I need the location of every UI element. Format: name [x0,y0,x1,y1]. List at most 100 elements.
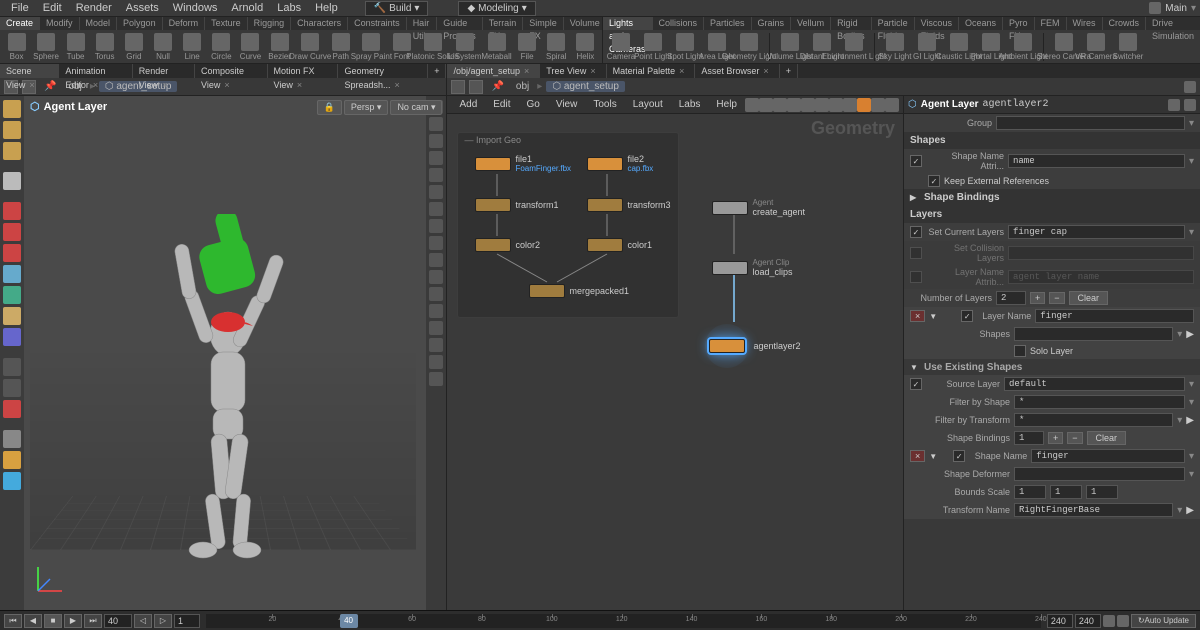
shelf-tool-spray-paint[interactable]: Spray Paint [357,33,385,61]
shapes2-field[interactable] [1014,327,1173,341]
filter-shape-field[interactable] [1014,395,1185,409]
net-toolbar-icon[interactable] [1184,81,1196,93]
tab-add-left[interactable]: + [428,64,446,78]
props-node-name[interactable]: agentlayer2 [983,99,1049,110]
layout-icon[interactable] [1149,2,1161,14]
binding-disclosure[interactable]: ▼ [929,452,939,461]
net-menu-help[interactable]: Help [708,98,745,111]
shelf-tool-torus[interactable]: Torus [92,33,117,61]
shelf-tool-tube[interactable]: Tube [63,33,88,61]
tab-anim-editor[interactable]: Animation Editor [59,64,132,78]
shape-bind-sub[interactable]: − [1067,432,1082,444]
shelf-tab-rigging[interactable]: Rigging [248,17,292,30]
menu-assets[interactable]: Assets [119,1,166,15]
shelf-tab-create[interactable]: Create [0,17,40,30]
shelf-tab-modify[interactable]: Modify [40,17,80,30]
shelf-tool-grid[interactable]: Grid [121,33,146,61]
node-color1[interactable]: color1 [587,238,652,252]
play-button[interactable]: ■ [44,614,62,628]
binding-remove[interactable]: × [910,450,925,462]
node-mergepacked1[interactable]: mergepacked1 [529,284,629,298]
menu-file[interactable]: File [4,1,36,15]
set-current-field[interactable] [1008,225,1185,239]
shelf-tool-curve[interactable]: Curve [238,33,263,61]
shelf-tool-helix[interactable]: Helix [573,33,598,61]
shelf-tool-path[interactable]: Path [328,33,353,61]
net-path-fwd[interactable] [469,80,483,94]
shelf-tool-environment-light[interactable]: Environment Light [840,33,868,61]
shelf-tab-fem[interactable]: FEM [1035,17,1067,30]
node-file1[interactable]: file1FoamFinger.fbx [475,154,571,173]
shape-bind-add[interactable]: + [1048,432,1063,444]
vp-disp-2[interactable] [429,117,443,131]
vp-disp-12[interactable] [429,287,443,301]
menu-labs[interactable]: Labs [270,1,308,15]
build-mode[interactable]: 🔨 Build ▾ [365,1,429,16]
shelf-tab-vfluids[interactable]: Viscous Fluids [915,17,959,30]
vp-tool-scale[interactable] [3,244,21,262]
menu-help[interactable]: Help [308,1,345,15]
vp-tool-brush[interactable] [3,142,21,160]
vp-disp-8[interactable] [429,219,443,233]
shelf-tab-vellum[interactable]: Vellum [791,17,831,30]
shelf-tool-stereo-camera[interactable]: Stereo Camera [1050,33,1078,61]
shelf-tool-circle[interactable]: Circle [209,33,234,61]
pin-icon[interactable]: 📌 [487,81,507,92]
shelf-tab-polygon[interactable]: Polygon [117,17,163,30]
shape-attrib-field[interactable] [1008,154,1185,168]
vp-disp-7[interactable] [429,202,443,216]
set-current-check[interactable]: ✓ [910,226,922,238]
help-icon[interactable] [1184,99,1196,111]
prev-frame-button[interactable]: ◀ [24,614,42,628]
shape-deformer-field[interactable] [1014,467,1185,481]
shape-attrib-check[interactable]: ✓ [910,155,922,167]
prev-key-button[interactable]: ◁ [134,614,152,628]
viewport-3d[interactable]: ⬡ Agent Layer 🔒 Persp ▾ No cam ▾ [0,96,446,610]
node-color2[interactable]: color2 [475,238,540,252]
layer-disclosure[interactable]: ▼ [929,312,939,321]
last-frame-button[interactable]: ⏭ [84,614,102,628]
shelf-tool-line[interactable]: Line [180,33,205,61]
shelf-tool-switcher[interactable]: Switcher [1114,33,1142,61]
net-opt-5[interactable] [801,98,815,112]
node-file2[interactable]: file2cap.fbx [587,154,653,173]
menu-windows[interactable]: Windows [166,1,225,15]
global-end-field[interactable] [1075,614,1101,628]
vp-disp-5[interactable] [429,168,443,182]
net-opt-4[interactable] [787,98,801,112]
shelf-tool-spiral[interactable]: Spiral [544,33,569,61]
shelf-tab-pfluids[interactable]: Particle Fluids [872,17,915,30]
modeling-mode[interactable]: ◆ Modeling ▾ [458,1,535,16]
shelf-tab-particles[interactable]: Particles [704,17,752,30]
realtime-icon[interactable] [1103,615,1115,627]
net-menu-edit[interactable]: Edit [485,98,518,111]
vp-disp-11[interactable] [429,270,443,284]
shelf-tab-model[interactable]: Model [80,17,118,30]
source-layer-check[interactable]: ✓ [910,378,922,390]
timeline-track[interactable]: 20406080100120140160180200220240 40 [206,614,1041,628]
layer-remove[interactable]: × [910,310,925,322]
num-layers-field[interactable] [996,291,1026,305]
shelf-tab-guide[interactable]: Guide Process [437,17,483,30]
menu-edit[interactable]: Edit [36,1,69,15]
net-path-obj[interactable]: obj [512,81,533,92]
node-agentlayer2[interactable]: agentlayer2 [705,324,800,368]
net-menu-add[interactable]: Add [451,98,485,111]
net-menu-tools[interactable]: Tools [585,98,624,111]
vp-tool-snap[interactable] [3,328,21,346]
shape-name-field[interactable] [1031,449,1185,463]
key-icon[interactable] [1117,615,1129,627]
node-create-agent[interactable]: Agentcreate_agent [712,198,805,217]
next-key-button[interactable]: ▷ [154,614,172,628]
net-opt-11[interactable] [885,98,899,112]
net-menu-go[interactable]: Go [519,98,548,111]
vp-tool-extra1[interactable] [3,358,21,376]
tab-tree[interactable]: Tree View [540,64,606,78]
net-opt-1[interactable] [745,98,759,112]
solo-check[interactable] [1014,345,1026,357]
shelf-tool-point-light[interactable]: Point Light [639,33,667,61]
net-opt-10[interactable] [871,98,885,112]
shelf-tool-caustic-light[interactable]: Caustic Light [945,33,973,61]
set-collision-check[interactable] [910,247,922,259]
vp-disp-15[interactable] [429,338,443,352]
